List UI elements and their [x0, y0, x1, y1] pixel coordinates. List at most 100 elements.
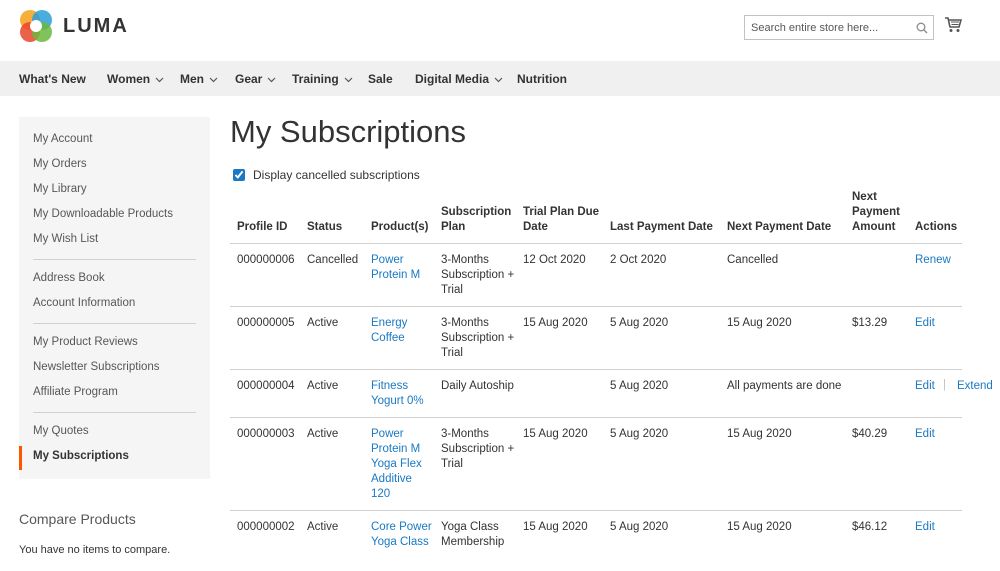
nav-item-gear[interactable]: Gear — [235, 72, 276, 86]
column-header-next-payment: Next Payment Date — [727, 221, 832, 233]
cell-plan: Daily Autoship — [441, 380, 514, 392]
chevron-down-icon — [209, 72, 218, 86]
nav-item-label: What's New — [19, 71, 86, 86]
cell-profile-id: 000000002 — [237, 521, 295, 533]
extend-link[interactable]: Extend — [957, 379, 993, 394]
nav-item-label: Women — [107, 71, 151, 86]
sidebar-item-my-account[interactable]: My Account — [33, 133, 92, 145]
column-header-trial: Trial Plan Due Date — [523, 206, 600, 233]
account-sidebar: My Account My Orders My Library My Download… — [19, 117, 210, 479]
row-divider — [230, 306, 962, 307]
column-header-status: Status — [307, 221, 343, 233]
display-cancelled-checkbox[interactable] — [233, 169, 245, 181]
page-title: My Subscriptions — [230, 114, 467, 149]
search-box[interactable] — [744, 15, 934, 40]
row-divider — [230, 243, 962, 244]
nav-item-label: Men — [180, 71, 204, 86]
row-divider — [230, 510, 962, 511]
cell-next-payment: 15 Aug 2020 — [727, 428, 792, 440]
sidebar-item-my-quotes[interactable]: My Quotes — [33, 425, 89, 437]
sidebar-item-my-library[interactable]: My Library — [33, 183, 87, 195]
sidebar-item-my-downloadable-products[interactable]: My Downloadable Products — [33, 208, 173, 220]
search-icon[interactable] — [911, 22, 933, 34]
sidebar-item-newsletter-subscriptions[interactable]: Newsletter Subscriptions — [33, 361, 160, 373]
sidebar-item-my-product-reviews[interactable]: My Product Reviews — [33, 336, 138, 348]
edit-link[interactable]: Edit — [915, 427, 935, 442]
chevron-down-icon — [267, 72, 276, 86]
sidebar-item-my-orders[interactable]: My Orders — [33, 158, 87, 170]
cell-profile-id: 000000004 — [237, 380, 295, 392]
nav-item-sale[interactable]: Sale — [368, 72, 393, 86]
action-separator: | — [943, 379, 946, 391]
cart-icon[interactable] — [944, 17, 963, 36]
product-link[interactable]: Power Protein M — [371, 253, 433, 283]
sidebar-item-my-wish-list[interactable]: My Wish List — [33, 233, 98, 245]
renew-link[interactable]: Renew — [915, 253, 951, 268]
column-header-products: Product(s) — [371, 221, 429, 233]
sidebar-item-my-subscriptions: My Subscriptions — [33, 450, 129, 462]
product-link[interactable]: Fitness Yogurt 0% — [371, 379, 433, 409]
cell-status: Active — [307, 428, 339, 440]
sidebar-item-address-book[interactable]: Address Book — [33, 272, 105, 284]
cell-profile-id: 000000003 — [237, 428, 295, 440]
nav-item-training[interactable]: Training — [292, 72, 353, 86]
cell-profile-id: 000000006 — [237, 254, 295, 266]
header: LUMA — [0, 0, 1000, 61]
cell-next-payment: Cancelled — [727, 254, 779, 266]
cell-trial: 12 Oct 2020 — [523, 254, 586, 266]
chevron-down-icon — [155, 72, 164, 86]
compare-products-title: Compare Products — [19, 511, 136, 527]
cell-trial: 15 Aug 2020 — [523, 521, 588, 533]
luma-logo-icon — [20, 10, 52, 42]
row-divider — [230, 417, 962, 418]
sidebar-divider — [33, 259, 196, 260]
cell-trial: 15 Aug 2020 — [523, 317, 588, 329]
cell-profile-id: 000000005 — [237, 317, 295, 329]
chevron-down-icon — [344, 72, 353, 86]
edit-link[interactable]: Edit — [915, 316, 935, 331]
sidebar-item-affiliate-program[interactable]: Affiliate Program — [33, 386, 118, 398]
chevron-down-icon — [494, 72, 503, 86]
cell-status: Active — [307, 380, 339, 392]
main-nav: What's New Women Men Gear Training Sale Digita… — [0, 61, 1000, 96]
nav-item-women[interactable]: Women — [107, 72, 164, 86]
cell-next-payment: 15 Aug 2020 — [727, 317, 792, 329]
nav-item-digital-media[interactable]: Digital Media — [415, 72, 503, 86]
product-link[interactable]: Power Protein M Yoga Flex Additive 120 — [371, 427, 433, 502]
edit-link[interactable]: Edit — [915, 379, 935, 394]
product-link[interactable]: Energy Coffee — [371, 316, 433, 346]
nav-item-label: Nutrition — [517, 71, 567, 86]
cell-next-payment: 15 Aug 2020 — [727, 521, 792, 533]
column-header-plan: Subscription Plan — [441, 206, 512, 233]
cell-last-payment: 5 Aug 2020 — [610, 521, 669, 533]
cell-last-payment: 5 Aug 2020 — [610, 428, 669, 440]
column-header-actions: Actions — [915, 221, 958, 233]
display-cancelled-option[interactable]: Display cancelled subscriptions — [233, 168, 420, 182]
edit-link[interactable]: Edit — [915, 520, 935, 535]
product-link[interactable]: Core Power Yoga Class — [371, 520, 433, 550]
nav-item-label: Sale — [368, 71, 393, 86]
cell-next-payment: All payments are done — [727, 380, 842, 392]
compare-products-empty-text: You have no items to compare. — [19, 544, 171, 556]
luma-logo[interactable]: LUMA — [19, 9, 129, 43]
nav-item-men[interactable]: Men — [180, 72, 218, 86]
cell-last-payment: 2 Oct 2020 — [610, 254, 667, 266]
column-header-profile-id: Profile ID — [237, 221, 288, 233]
cell-plan: 3-Months Subscription + Trial — [441, 254, 515, 296]
nav-item-label: Gear — [235, 71, 263, 86]
nav-item-label: Training — [292, 71, 339, 86]
cell-plan: Yoga Class Membership — [441, 521, 505, 548]
cell-next-amount: $40.29 — [852, 428, 888, 440]
row-divider — [230, 369, 962, 370]
nav-item-nutrition[interactable]: Nutrition — [517, 72, 567, 86]
cell-status: Active — [307, 521, 339, 533]
column-header-next-amount: Next Payment Amount — [852, 191, 900, 233]
cell-plan: 3-Months Subscription + Trial — [441, 428, 515, 470]
nav-item-what-s-new[interactable]: What's New — [19, 72, 86, 86]
sidebar-item-account-information[interactable]: Account Information — [33, 297, 135, 309]
current-item-indicator — [19, 446, 22, 470]
search-input[interactable] — [745, 21, 911, 34]
column-header-last-payment: Last Payment Date — [610, 221, 713, 233]
nav-item-label: Digital Media — [415, 71, 490, 86]
cell-next-amount: $46.12 — [852, 521, 888, 533]
